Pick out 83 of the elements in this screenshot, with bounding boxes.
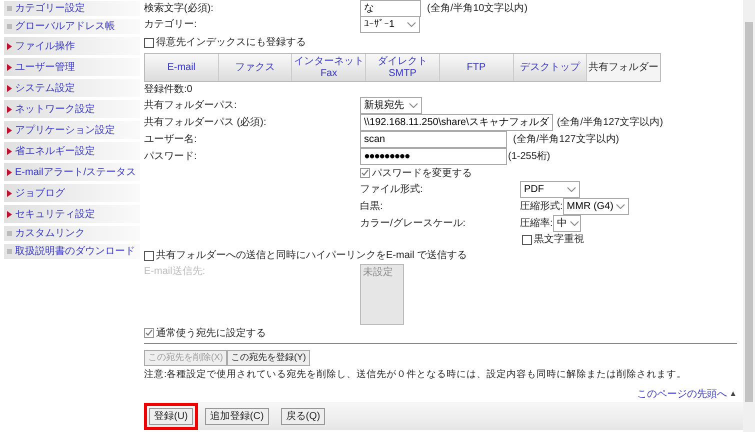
- sidebar-item[interactable]: アプリケーション設定: [4, 121, 140, 139]
- checkbox[interactable]: [360, 168, 370, 178]
- input-field[interactable]: ●●●●●●●●●: [360, 148, 507, 165]
- sidebar-item[interactable]: 取扱説明書のダウンロード: [4, 244, 140, 259]
- tab[interactable]: E-mail: [145, 54, 219, 81]
- field-label: 圧縮率:: [520, 216, 553, 231]
- field-label: 検索文字(必須):: [144, 2, 214, 16]
- sidebar-item[interactable]: ユーザー管理: [4, 58, 140, 76]
- field-hint: (1-255桁): [508, 150, 550, 164]
- sidebar-item[interactable]: カスタムリンク: [4, 226, 140, 241]
- checkbox-label: 通常使う宛先に設定する: [156, 326, 266, 340]
- dropdown[interactable]: 新規宛先: [360, 96, 422, 114]
- footer-button[interactable]: 戻る(Q): [280, 408, 326, 425]
- field-hint: (全角/半角127文字以内): [513, 132, 620, 147]
- field-label: パスワード:: [144, 150, 198, 164]
- checkbox-label: 黒文字重視: [534, 232, 584, 247]
- triangle-right-icon: [7, 84, 12, 92]
- checkbox-label: パスワードを変更する: [372, 166, 472, 180]
- sidebar-item[interactable]: カテゴリー設定: [4, 1, 140, 16]
- triangle-right-icon: [7, 190, 12, 196]
- sidebar-item[interactable]: システム設定: [4, 79, 140, 97]
- sidebar-item[interactable]: グローバルアドレス帳: [4, 19, 140, 34]
- tab[interactable]: ファクス: [218, 54, 292, 81]
- dropdown[interactable]: 中: [552, 215, 581, 232]
- checkbox[interactable]: [144, 38, 154, 48]
- tab[interactable]: FTP: [440, 54, 514, 81]
- scrollbar-thumb[interactable]: [745, 22, 753, 402]
- chevron-down-icon: [570, 221, 579, 226]
- field-label: 白黒:: [360, 200, 384, 214]
- input-field[interactable]: scan: [360, 131, 507, 148]
- up-triangle-icon: ▲: [729, 388, 737, 400]
- field-label: カラー/グレースケール:: [360, 217, 467, 231]
- footer-button[interactable]: 追加登録(C): [204, 408, 269, 425]
- field-label: 共有フォルダーパス:: [144, 98, 238, 112]
- sidebar-item[interactable]: ネットワーク設定: [4, 100, 140, 118]
- field-label: 登録件数:0: [144, 82, 192, 96]
- triangle-right-icon: [7, 168, 12, 176]
- tab[interactable]: インターネット Fax: [292, 54, 366, 81]
- field-label: E-mail送信先:: [144, 264, 206, 279]
- field-label: カテゴリー:: [144, 18, 198, 32]
- checkbox-label: 得意先インデックスにも登録する: [156, 36, 306, 50]
- dropdown[interactable]: PDF: [520, 181, 580, 198]
- chevron-down-icon: [407, 22, 416, 26]
- triangle-right-icon: [7, 42, 12, 50]
- triangle-right-icon: [7, 106, 12, 112]
- triangle-right-icon: [7, 210, 12, 218]
- field-label: 共有フォルダーパス (必須):: [144, 116, 268, 130]
- sidebar-item[interactable]: セキュリティ設定: [4, 205, 140, 223]
- sidebar-item[interactable]: ジョブログ: [4, 184, 140, 202]
- dropdown[interactable]: ﾕｰｻﾞｰ1: [360, 16, 420, 32]
- checkbox[interactable]: [144, 328, 154, 338]
- field-hint: (全角/半角127文字以内): [556, 116, 664, 130]
- square-bullet-icon: [7, 6, 12, 11]
- sidebar-item[interactable]: ファイル操作: [4, 37, 140, 55]
- field-label: ユーザー名:: [144, 133, 198, 147]
- field-label: 圧縮形式:: [520, 200, 563, 214]
- checkbox[interactable]: [144, 250, 154, 260]
- footer-button[interactable]: 登録(U): [149, 408, 193, 425]
- action-button[interactable]: この宛先を登録(Y): [227, 350, 310, 366]
- dropdown[interactable]: MMR (G4): [562, 198, 629, 215]
- sidebar-item[interactable]: E-mailアラート/ステータス: [4, 163, 140, 181]
- square-bullet-icon: [7, 24, 12, 29]
- triangle-right-icon: [7, 64, 12, 70]
- triangle-right-icon: [7, 126, 12, 134]
- chevron-down-icon: [409, 102, 418, 108]
- checkbox[interactable]: [522, 234, 532, 244]
- square-bullet-icon: [7, 231, 12, 236]
- input-field[interactable]: な: [360, 0, 421, 17]
- input-field[interactable]: \\192.168.11.250\share\スキャナフォルダ: [360, 114, 553, 131]
- triangle-right-icon: [7, 148, 12, 154]
- notice-text: 注意:各種設定で使用されている宛先を削除し、送信先が０件となる時には、設定内容も同時に解除または削除されます。: [144, 368, 688, 382]
- sidebar-item[interactable]: 省エネルギー設定: [4, 142, 140, 160]
- field-label: ファイル形式:: [360, 182, 424, 197]
- square-bullet-icon: [7, 249, 12, 254]
- field-hint: (全角/半角10文字以内): [427, 2, 528, 16]
- page-top-link[interactable]: このページの先頭へ: [637, 386, 728, 402]
- tab[interactable]: ダイレクトSMTP: [366, 54, 440, 81]
- tab[interactable]: デスクトップ: [514, 54, 588, 81]
- tab[interactable]: 共有フォルダー: [587, 54, 660, 81]
- checkbox-label: 共有フォルダーへの送信と同時にハイパーリンクをE-mail で送信する: [156, 248, 468, 263]
- chevron-down-icon: [567, 187, 576, 192]
- chevron-down-icon: [616, 204, 626, 209]
- scrollbar[interactable]: [743, 0, 755, 432]
